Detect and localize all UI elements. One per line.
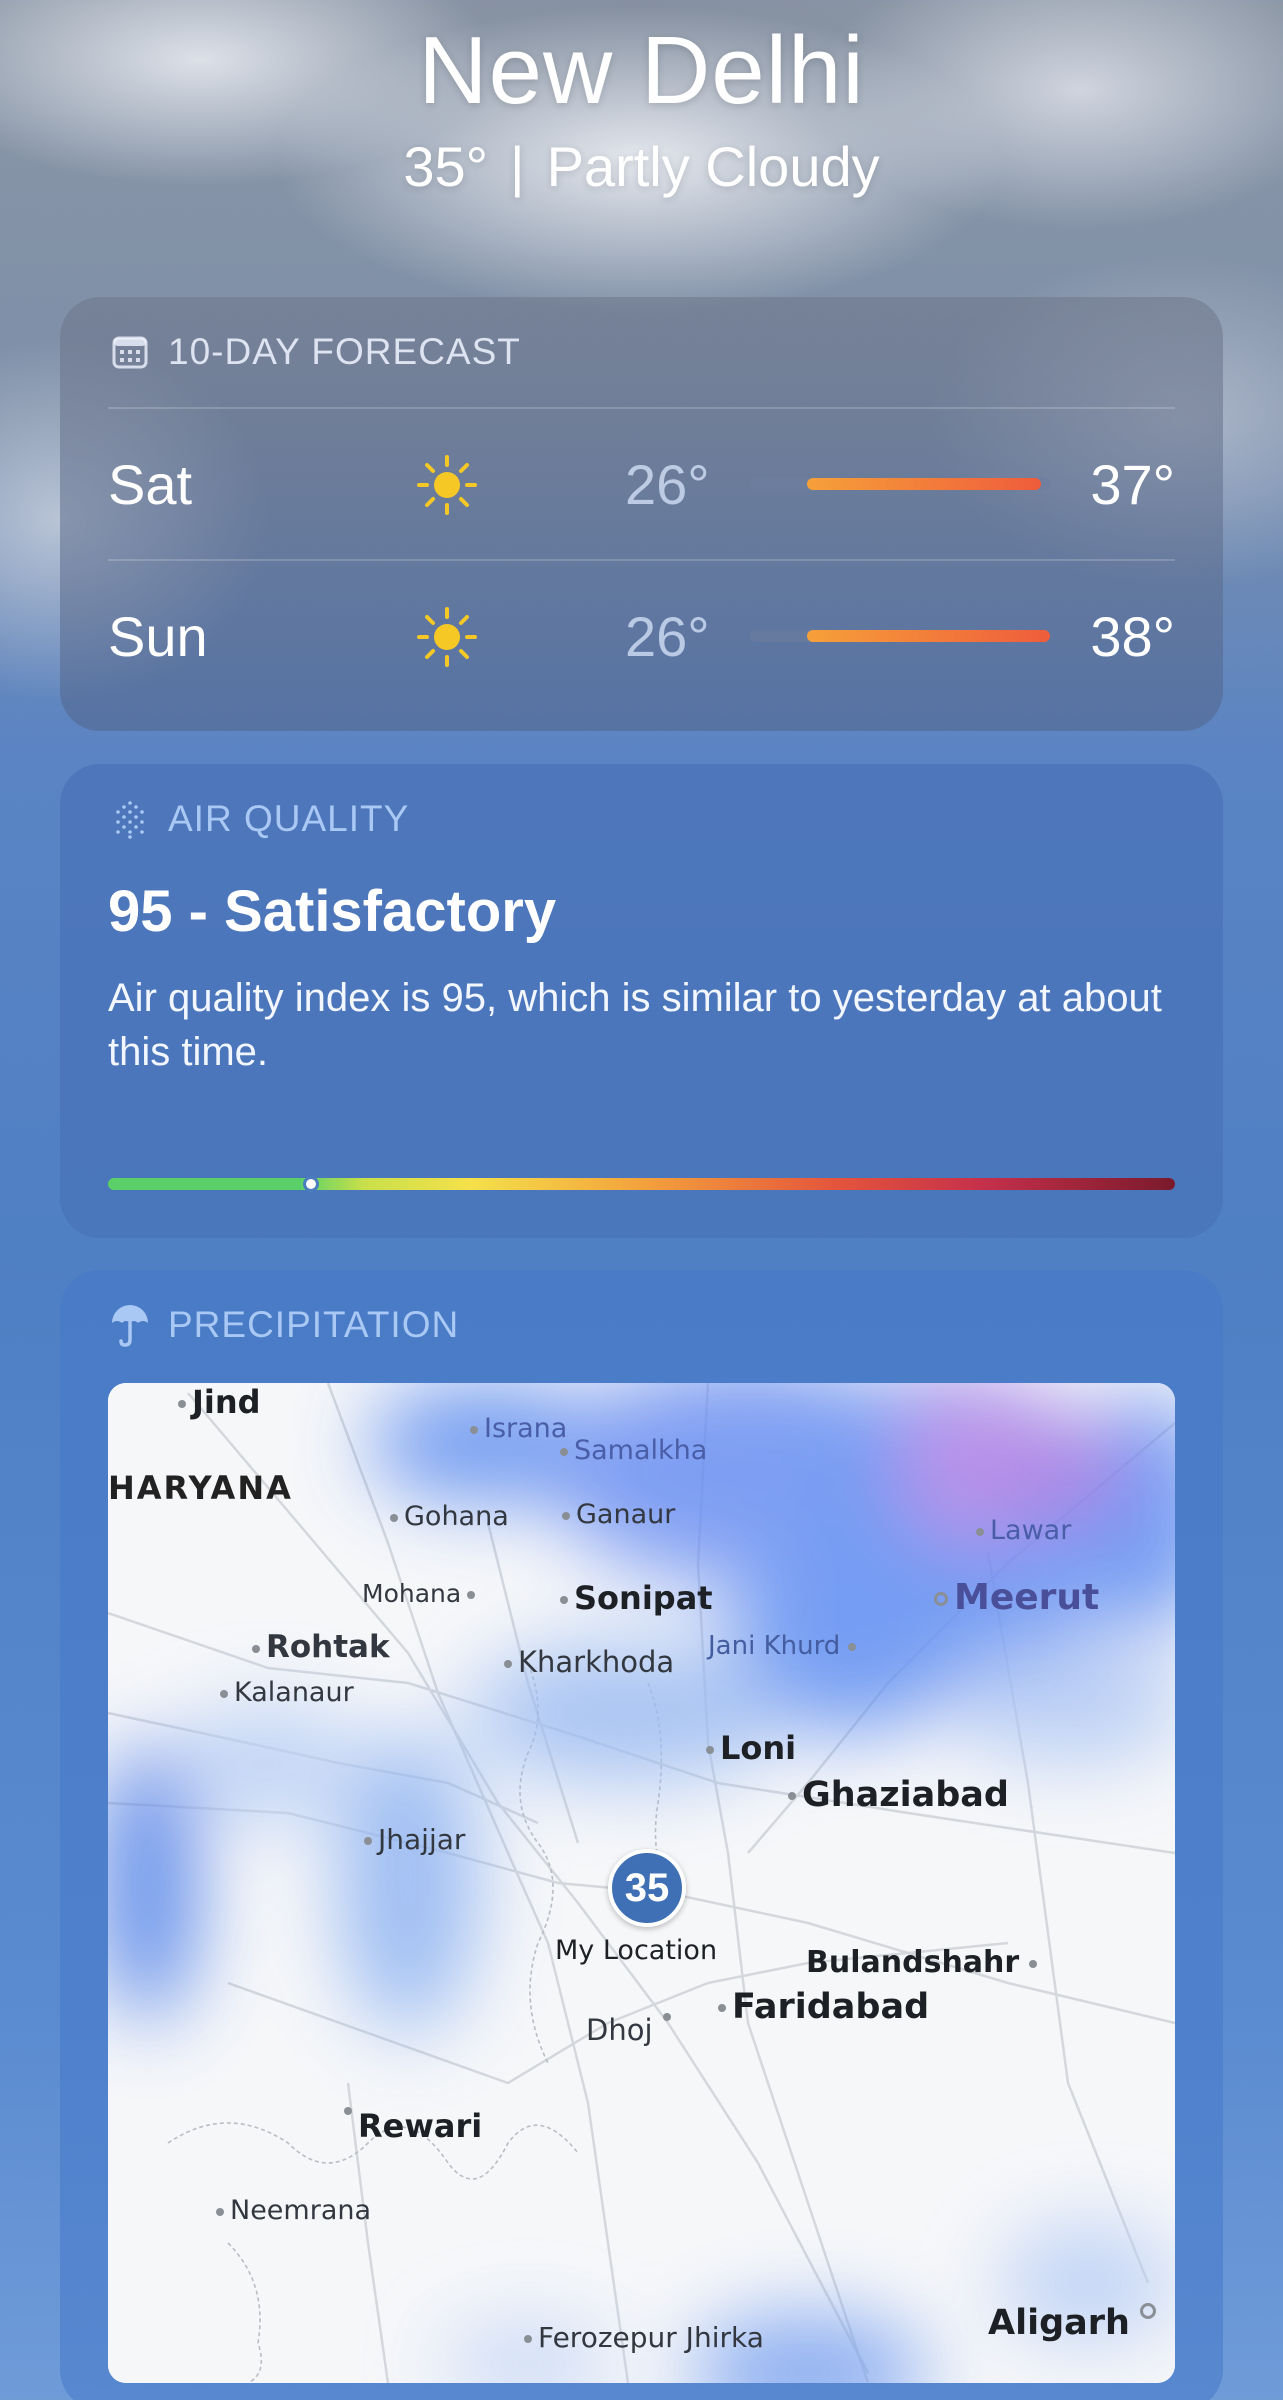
temperature-range-fill bbox=[807, 478, 1041, 490]
air-quality-scale bbox=[108, 1176, 1175, 1192]
temperature-range-bar bbox=[750, 630, 1050, 642]
map-label-israna: Israna bbox=[470, 1413, 567, 1444]
air-quality-title: AIR QUALITY bbox=[168, 798, 410, 839]
map-label-ghaziabad: Ghaziabad bbox=[788, 1775, 1009, 1815]
map-label-rewari: Rewari bbox=[344, 2107, 482, 2145]
place-dot bbox=[470, 1425, 478, 1434]
high-temp: 38° bbox=[1090, 604, 1175, 668]
forecast-card[interactable]: 10-DAY FORECAST Sat 26° 37° Sun 26° 38° bbox=[60, 297, 1223, 731]
place-dot bbox=[562, 1511, 570, 1520]
map-label-bulandshahr: Bulandshahr bbox=[806, 1945, 1038, 1980]
map-label-jani-khurd: Jani Khurd bbox=[708, 1631, 857, 1661]
place-dot bbox=[252, 1644, 260, 1653]
sun-icon bbox=[417, 607, 477, 667]
map-label-dhoj: Dhoj bbox=[586, 2013, 671, 2047]
place-dot bbox=[560, 1596, 568, 1604]
air-quality-value: 95 - Satisfactory bbox=[108, 879, 557, 944]
high-temp: 37° bbox=[1090, 452, 1175, 516]
low-temp: 26° bbox=[625, 604, 710, 668]
map-label-ganaur: Ganaur bbox=[562, 1499, 675, 1530]
separator: | bbox=[510, 135, 525, 198]
air-quality-dots-icon bbox=[110, 799, 150, 839]
air-quality-description: Air quality index is 95, which is simila… bbox=[108, 976, 1162, 1074]
precipitation-map[interactable]: Jind HARYANA Israna Samalkha Gohana Gana… bbox=[108, 1383, 1175, 2383]
map-label-mohana: Mohana bbox=[362, 1579, 476, 1608]
map-label-aligarh: Aligarh bbox=[988, 2303, 1162, 2343]
place-dot bbox=[848, 1642, 857, 1651]
place-dot bbox=[718, 2004, 726, 2012]
place-dot bbox=[344, 2107, 352, 2115]
umbrella-icon bbox=[110, 1305, 150, 1347]
map-label-kalanaur: Kalanaur bbox=[220, 1677, 354, 1708]
place-dot bbox=[706, 1746, 714, 1754]
current-conditions: 35° | Partly Cloudy bbox=[0, 134, 1283, 199]
current-temperature: 35° bbox=[403, 135, 489, 198]
my-location-label: My Location bbox=[555, 1935, 718, 1966]
place-dot bbox=[1139, 2303, 1156, 2319]
precipitation-card[interactable]: PRECIPITATION Jind HARYANA Israna Samalk… bbox=[60, 1270, 1223, 2400]
day-label: Sat bbox=[108, 452, 193, 516]
day-label: Sun bbox=[108, 604, 208, 668]
map-label-kharkhoda: Kharkhoda bbox=[504, 1645, 674, 1679]
place-dot bbox=[220, 1689, 228, 1698]
precipitation-header: PRECIPITATION bbox=[60, 1270, 1223, 1380]
place-dot bbox=[178, 1400, 186, 1408]
place-dot bbox=[1029, 1959, 1038, 1968]
map-label-faridabad: Faridabad bbox=[718, 1987, 929, 2027]
map-label-ferozepur-jhirka: Ferozepur Jhirka bbox=[524, 2321, 764, 2354]
low-temp: 26° bbox=[625, 452, 710, 516]
temperature-range-bar bbox=[750, 478, 1050, 490]
place-dot bbox=[504, 1660, 512, 1668]
place-dot bbox=[524, 2335, 532, 2343]
location-header: New Delhi 35° | Partly Cloudy bbox=[0, 0, 1283, 199]
place-dot bbox=[976, 1527, 984, 1536]
my-location-marker[interactable]: 35 bbox=[608, 1849, 686, 1927]
map-label-jhajjar: Jhajjar bbox=[364, 1823, 465, 1856]
forecast-row-sat[interactable]: Sat 26° 37° bbox=[60, 409, 1223, 559]
temperature-range-fill bbox=[807, 630, 1050, 642]
place-dot bbox=[364, 1837, 372, 1845]
city-name: New Delhi bbox=[418, 17, 865, 124]
air-quality-card[interactable]: AIR QUALITY 95 - Satisfactory Air qualit… bbox=[60, 764, 1223, 1238]
air-quality-header: AIR QUALITY bbox=[60, 764, 1223, 874]
air-quality-marker bbox=[302, 1176, 319, 1192]
place-dot bbox=[390, 1513, 398, 1522]
place-dot bbox=[216, 2207, 224, 2216]
forecast-header: 10-DAY FORECAST bbox=[60, 297, 1223, 407]
sun-icon bbox=[417, 455, 477, 515]
map-label-gohana: Gohana bbox=[390, 1501, 509, 1532]
place-dot bbox=[467, 1591, 476, 1599]
place-dot bbox=[788, 1792, 796, 1800]
map-label-samalkha: Samalkha bbox=[560, 1435, 707, 1466]
map-label-meerut: Meerut bbox=[934, 1577, 1099, 1618]
condition-text: Partly Cloudy bbox=[546, 135, 880, 198]
forecast-title: 10-DAY FORECAST bbox=[168, 331, 521, 372]
place-dot bbox=[662, 2013, 671, 2021]
map-label-loni: Loni bbox=[706, 1729, 796, 1767]
map-label-sonipat: Sonipat bbox=[560, 1579, 713, 1617]
map-label-neemrana: Neemrana bbox=[216, 2195, 371, 2226]
map-label-rohtak: Rohtak bbox=[252, 1629, 390, 1665]
precipitation-title: PRECIPITATION bbox=[168, 1304, 460, 1345]
place-dot bbox=[934, 1592, 948, 1606]
map-label-lawar: Lawar bbox=[976, 1515, 1071, 1546]
map-label-haryana: HARYANA bbox=[108, 1469, 293, 1507]
forecast-row-sun[interactable]: Sun 26° 38° bbox=[60, 561, 1223, 711]
map-label-jind: Jind bbox=[178, 1383, 261, 1421]
place-dot bbox=[560, 1447, 568, 1456]
calendar-icon bbox=[110, 332, 150, 372]
